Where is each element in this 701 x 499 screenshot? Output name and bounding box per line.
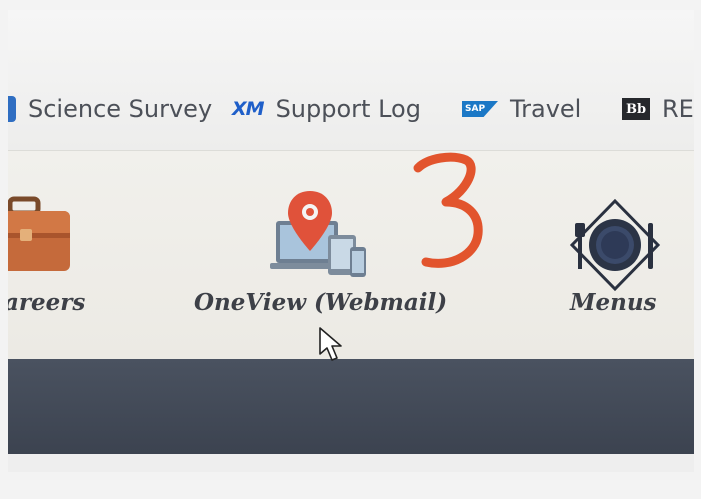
briefcase-icon[interactable]: [8, 193, 72, 273]
bb-icon: Bb: [622, 98, 650, 120]
bookmark-science-survey[interactable]: Science Survey: [8, 94, 212, 124]
tile-label-oneview[interactable]: OneView (Webmail): [194, 289, 447, 316]
bookmark-label: RE: [662, 95, 694, 123]
tile-label-menus[interactable]: Menus: [570, 289, 657, 316]
science-icon: [8, 96, 16, 122]
bookmarks-bar: Science Survey XM Support Log SAP Travel…: [8, 10, 694, 151]
plate-cutlery-icon[interactable]: [568, 199, 662, 293]
mouse-cursor-icon: [319, 327, 342, 361]
xm-icon: XM: [232, 98, 265, 120]
sap-icon: SAP: [462, 101, 498, 117]
bookmark-label: Travel: [510, 95, 582, 123]
browser-screen: Science Survey XM Support Log SAP Travel…: [8, 10, 694, 472]
app-tiles: areers OneView (Webmail) Menus: [8, 151, 694, 359]
bookmark-re[interactable]: Bb RE: [622, 94, 694, 124]
bookmark-label: Science Survey: [28, 95, 213, 123]
bookmark-support-log[interactable]: XM Support Log: [232, 94, 421, 124]
footer-banner: [8, 359, 694, 454]
map-pin-devices-icon[interactable]: [270, 191, 370, 281]
bookmark-travel[interactable]: SAP Travel: [462, 94, 581, 124]
photo-frame: Science Survey XM Support Log SAP Travel…: [0, 0, 701, 499]
bottom-strip: [8, 454, 694, 472]
handwritten-annotation: [413, 152, 483, 268]
bookmark-label: Support Log: [275, 95, 421, 123]
tile-label-careers[interactable]: areers: [8, 289, 85, 316]
